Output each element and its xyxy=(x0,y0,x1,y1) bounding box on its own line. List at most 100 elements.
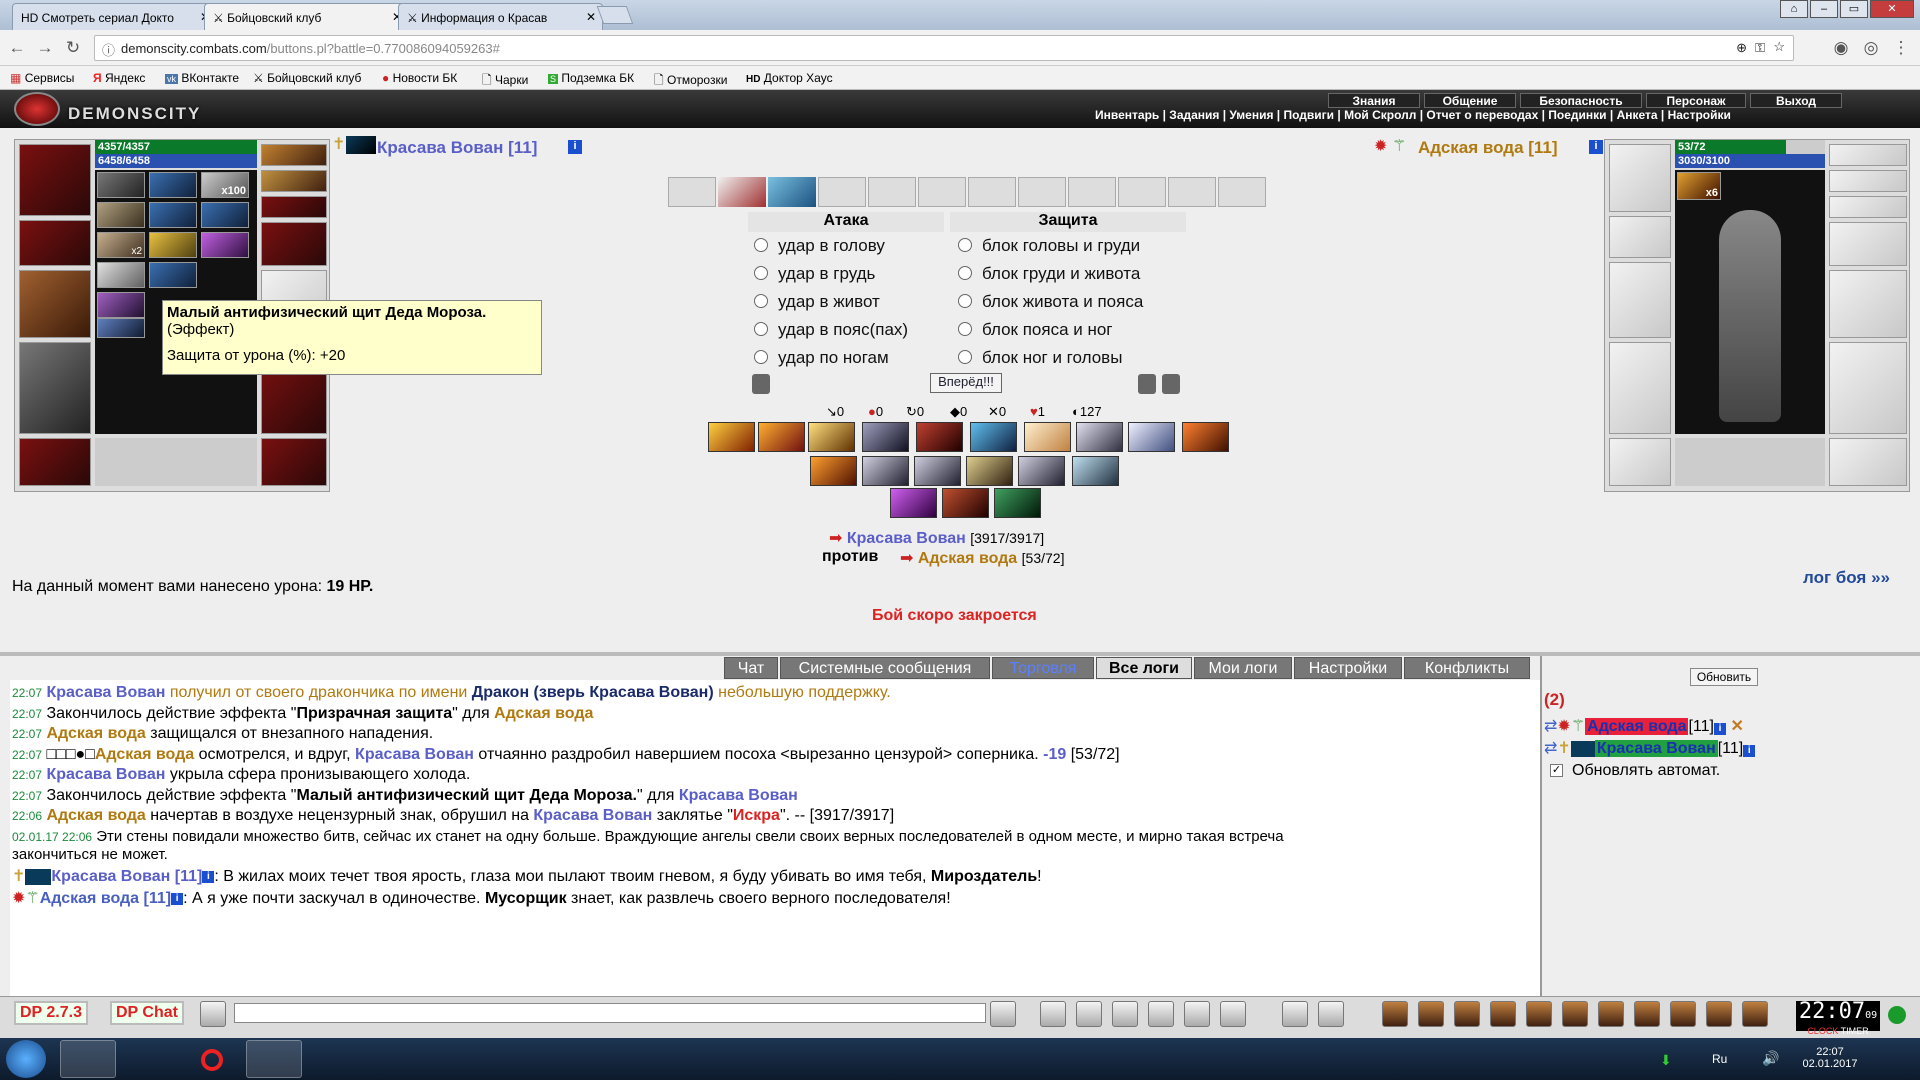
skill-icon[interactable] xyxy=(810,456,857,486)
sub-menu[interactable]: Инвентарь | Задания | Умения | Подвиги |… xyxy=(1080,108,1920,124)
paint-taskbar-icon[interactable] xyxy=(246,1040,302,1078)
info-icon[interactable]: i xyxy=(1743,745,1756,757)
chat-author[interactable]: Красава Вован [11] xyxy=(51,868,202,885)
bookmark-fight-club[interactable]: ⚔ Бойцовский клуб xyxy=(253,71,361,85)
timer-label[interactable]: TIMER xyxy=(1841,1026,1869,1036)
pants-slot[interactable] xyxy=(1829,342,1907,434)
bookmark-news[interactable]: ● Новости БК xyxy=(382,71,457,85)
tab-all-logs[interactable]: Все логи xyxy=(1096,657,1192,679)
belt-slot[interactable] xyxy=(1609,438,1671,486)
tool-icon[interactable] xyxy=(1418,1001,1444,1027)
bookmark-podzemka[interactable]: S Подземка БК xyxy=(548,71,634,85)
menu-communication[interactable]: Общение xyxy=(1424,93,1516,108)
effect-icon[interactable] xyxy=(97,202,145,228)
battle-log-link[interactable]: лог боя »» xyxy=(1803,568,1890,588)
skill-icon[interactable] xyxy=(862,422,909,452)
scroll-slot[interactable] xyxy=(918,177,966,207)
bookmark-vk[interactable]: vk ВКонтакте xyxy=(165,71,239,85)
tool-icon[interactable] xyxy=(1706,1001,1732,1027)
helmet-slot[interactable] xyxy=(1609,144,1671,212)
tab-serial[interactable]: HD Смотреть сериал Докто✕ xyxy=(12,3,217,30)
effect-icon[interactable] xyxy=(149,202,197,228)
gloves-slot[interactable] xyxy=(261,222,327,266)
gloves-slot[interactable] xyxy=(1829,222,1907,266)
effect-icon[interactable] xyxy=(201,232,249,258)
smile-face-icon[interactable] xyxy=(200,1001,226,1027)
reload-icon[interactable]: ↻ xyxy=(62,38,84,58)
star-icon[interactable]: ☆ xyxy=(1773,39,1785,55)
scroll-slot[interactable] xyxy=(868,177,916,207)
enemy-name[interactable]: Адская вода [11] xyxy=(1418,138,1558,158)
url-input[interactable]: ⓘ demonscity.combats.com/buttons.pl?batt… xyxy=(94,35,1794,61)
refresh-icon[interactable] xyxy=(1162,374,1180,394)
skill-icon[interactable] xyxy=(1182,422,1229,452)
restore-icon[interactable]: ▭ xyxy=(1840,0,1868,18)
exit-icon[interactable] xyxy=(1742,1001,1768,1027)
auto-refresh-checkbox[interactable]: ✓ xyxy=(1550,764,1563,777)
cut-icon[interactable] xyxy=(1148,1001,1174,1027)
tool-icon[interactable] xyxy=(1670,1001,1696,1027)
scroll-slot[interactable] xyxy=(1068,177,1116,207)
skill-icon[interactable] xyxy=(890,488,937,518)
scroll-slot[interactable] xyxy=(968,177,1016,207)
skill-icon[interactable] xyxy=(708,422,755,452)
scroll-slot[interactable] xyxy=(1118,177,1166,207)
bracers-slot[interactable] xyxy=(1609,216,1671,258)
vs-enemy-name[interactable]: Адская вода xyxy=(918,550,1017,567)
tool-icon[interactable] xyxy=(1490,1001,1516,1027)
amulet-slot[interactable] xyxy=(1829,144,1907,166)
effect-icon[interactable] xyxy=(97,262,145,288)
boots-slot[interactable] xyxy=(261,438,327,486)
effect-icon[interactable] xyxy=(149,172,197,198)
belt-slot[interactable] xyxy=(19,438,91,486)
skill-icon[interactable] xyxy=(994,488,1041,518)
menu-security[interactable]: Безопасность xyxy=(1520,93,1642,108)
info-icon[interactable]: i xyxy=(202,870,215,883)
menu-knowledge[interactable]: Знания xyxy=(1328,93,1420,108)
tab-conflicts[interactable]: Конфликты xyxy=(1404,657,1530,679)
attack-radio[interactable] xyxy=(754,322,768,336)
scroll-slot[interactable] xyxy=(718,177,766,207)
dp-version-button[interactable]: DP 2.7.3 xyxy=(14,1001,88,1025)
ring-slot[interactable] xyxy=(261,196,327,218)
tool-icon[interactable] xyxy=(1526,1001,1552,1027)
save-icon[interactable] xyxy=(1112,1001,1138,1027)
skill-icon[interactable] xyxy=(1024,422,1071,452)
attack-radio[interactable] xyxy=(754,266,768,280)
attack-go-button[interactable]: Вперёд!!! xyxy=(930,373,1002,393)
effect-icon[interactable] xyxy=(149,262,197,288)
bookmark-house[interactable]: HD Доктор Хаус xyxy=(746,71,833,85)
bookmark-services[interactable]: ▦ Сервисы xyxy=(10,71,74,85)
info-icon[interactable]: i xyxy=(171,892,184,905)
tray-icon[interactable]: ⬇ xyxy=(1660,1052,1672,1069)
info-icon[interactable]: i xyxy=(1589,140,1603,154)
volume-icon[interactable]: 🔊 xyxy=(1762,1050,1779,1067)
bookmark-charki[interactable]: 🗋 Чарки xyxy=(482,71,528,92)
weapon-slot[interactable] xyxy=(19,270,91,338)
effect-icon[interactable] xyxy=(97,292,145,318)
chat-author[interactable]: Адская вода [11] xyxy=(40,890,171,907)
skill-icon[interactable] xyxy=(758,422,805,452)
bookmark-yandex[interactable]: Я Яндекс xyxy=(93,71,145,85)
fighter-player-name[interactable]: Красава Вован xyxy=(1594,740,1718,757)
skill-icon[interactable] xyxy=(966,456,1013,486)
attack-radio[interactable] xyxy=(754,238,768,252)
armor-slot[interactable] xyxy=(1609,342,1671,434)
close-icon[interactable]: ✕ xyxy=(586,10,596,24)
dp-chat-button[interactable]: DP Chat xyxy=(110,1001,184,1025)
filter-icon[interactable] xyxy=(1076,1001,1102,1027)
effect-icon[interactable]: x6 xyxy=(1677,172,1721,200)
minimize-icon[interactable]: – xyxy=(1810,0,1838,18)
effect-icon[interactable] xyxy=(201,202,249,228)
attack-radio[interactable] xyxy=(754,294,768,308)
tab-fight-club[interactable]: ⚔ Бойцовский клуб ✕ xyxy=(204,3,409,30)
defense-radio[interactable] xyxy=(958,294,972,308)
menu-character[interactable]: Персонаж xyxy=(1646,93,1746,108)
tab-info[interactable]: ⚔ Информация о Красав ✕ xyxy=(398,3,603,30)
scroll-slot[interactable] xyxy=(1218,177,1266,207)
skill-icon[interactable] xyxy=(1128,422,1175,452)
menu-icon[interactable]: ⋮ xyxy=(1890,38,1912,58)
bracers-slot[interactable] xyxy=(19,220,91,266)
zoom-icon[interactable]: ⊕ xyxy=(1736,40,1747,56)
skill-icon[interactable] xyxy=(942,488,989,518)
